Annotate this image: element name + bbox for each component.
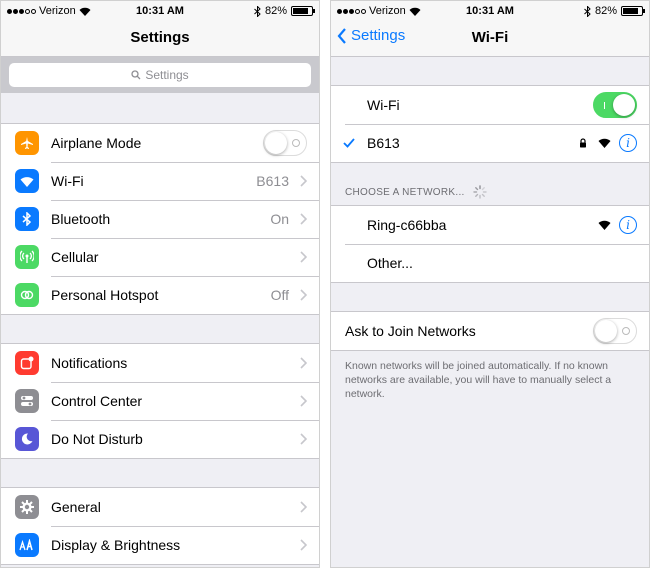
row-bluetooth[interactable]: Bluetooth On	[1, 200, 319, 238]
wifi-icon	[15, 169, 39, 193]
row-personal-hotspot[interactable]: Personal Hotspot Off	[1, 276, 319, 314]
row-label: Display & Brightness	[51, 537, 181, 553]
ask-to-join-toggle[interactable]	[593, 318, 637, 344]
battery-percent: 82%	[594, 5, 617, 17]
network-name: Other...	[367, 255, 413, 271]
wifi-signal-icon	[598, 138, 611, 148]
ask-to-join-footer: Known networks will be joined automatica…	[345, 360, 612, 400]
chevron-right-icon	[300, 395, 307, 407]
airplane-icon	[15, 131, 39, 155]
network-list: Ring-c66bba i Other...	[331, 205, 649, 283]
settings-group-notifications: Notifications Control Center Do Not Dist…	[1, 343, 319, 459]
row-display-brightness[interactable]: Display & Brightness	[1, 526, 319, 564]
wifi-status-group: Wi-Fi B613 i	[331, 85, 649, 163]
row-cellular[interactable]: Cellular	[1, 238, 319, 276]
row-connected-network[interactable]: B613 i	[331, 124, 649, 162]
gear-icon	[15, 495, 39, 519]
network-item[interactable]: Ring-c66bba i	[331, 206, 649, 244]
chevron-right-icon	[300, 501, 307, 513]
settings-group-general: General Display & Brightness	[1, 487, 319, 565]
wifi-toggle[interactable]	[593, 92, 637, 118]
checkmark-icon	[343, 138, 355, 148]
lock-icon	[580, 138, 586, 148]
chevron-right-icon	[300, 357, 307, 369]
wifi-signal-icon	[598, 220, 611, 230]
chevron-right-icon	[300, 251, 307, 263]
search-icon	[131, 70, 141, 80]
row-control-center[interactable]: Control Center	[1, 382, 319, 420]
nav-bar: Settings Wi-Fi	[331, 21, 649, 57]
bluetooth-status-icon	[584, 5, 591, 17]
bluetooth-icon	[15, 207, 39, 231]
bluetooth-status-icon	[254, 5, 261, 17]
network-name: Ring-c66bba	[367, 217, 447, 233]
search-input[interactable]: Settings	[9, 63, 311, 87]
row-label: Notifications	[51, 355, 128, 371]
chevron-right-icon	[300, 175, 307, 187]
notifications-icon	[15, 351, 39, 375]
info-button[interactable]: i	[619, 134, 637, 152]
row-label: Control Center	[51, 393, 143, 409]
chevron-right-icon	[300, 289, 307, 301]
network-item-other[interactable]: Other...	[331, 244, 649, 282]
chevron-right-icon	[300, 433, 307, 445]
hotspot-icon	[15, 283, 39, 307]
battery-percent: 82%	[264, 5, 287, 17]
nav-bar: Settings	[1, 21, 319, 57]
row-detail: On	[270, 211, 289, 227]
row-label: Bluetooth	[51, 211, 111, 227]
battery-icon	[621, 6, 645, 16]
row-wifi[interactable]: Wi-Fi B613	[1, 162, 319, 200]
control-center-icon	[15, 389, 39, 413]
network-name: B613	[367, 135, 400, 151]
search-bar: Settings	[1, 57, 319, 93]
ask-join-group: Ask to Join Networks	[331, 311, 649, 351]
row-label: Cellular	[51, 249, 99, 265]
row-label: Do Not Disturb	[51, 431, 143, 447]
status-bar: Verizon 10:31 AM 82%	[331, 1, 649, 21]
row-label: Wi-Fi	[367, 97, 400, 113]
settings-group-connectivity: Airplane Mode Wi-Fi B613 Bluetooth On Ce…	[1, 123, 319, 315]
section-header-label: CHOOSE A NETWORK...	[345, 186, 465, 198]
row-label: Ask to Join Networks	[345, 323, 476, 339]
status-bar: Verizon 10:31 AM 82%	[1, 1, 319, 21]
row-label: General	[51, 499, 101, 515]
chevron-right-icon	[300, 213, 307, 225]
display-icon	[15, 533, 39, 557]
moon-icon	[15, 427, 39, 451]
choose-network-header: CHOOSE A NETWORK...	[345, 185, 487, 199]
airplane-mode-toggle[interactable]	[263, 130, 307, 156]
row-ask-to-join: Ask to Join Networks	[331, 312, 649, 350]
search-placeholder: Settings	[145, 68, 189, 82]
info-button[interactable]: i	[619, 216, 637, 234]
row-detail: Off	[270, 287, 289, 303]
row-notifications[interactable]: Notifications	[1, 344, 319, 382]
row-airplane-mode: Airplane Mode	[1, 124, 319, 162]
battery-icon	[291, 6, 315, 16]
row-label: Personal Hotspot	[51, 287, 159, 303]
page-title: Settings	[130, 29, 190, 46]
row-detail: B613	[256, 173, 289, 189]
page-title: Wi-Fi	[471, 29, 509, 46]
settings-screen: Verizon 10:31 AM 82% Settings Settings A…	[0, 0, 320, 568]
row-general[interactable]: General	[1, 488, 319, 526]
loading-spinner-icon	[472, 185, 487, 199]
row-wifi-toggle: Wi-Fi	[331, 86, 649, 124]
row-label: Airplane Mode	[51, 135, 142, 151]
chevron-right-icon	[300, 539, 307, 551]
row-label: Wi-Fi	[51, 173, 84, 189]
cellular-icon	[15, 245, 39, 269]
row-do-not-disturb[interactable]: Do Not Disturb	[1, 420, 319, 458]
wifi-screen: Verizon 10:31 AM 82% Settings Wi-Fi Wi-F…	[330, 0, 650, 568]
